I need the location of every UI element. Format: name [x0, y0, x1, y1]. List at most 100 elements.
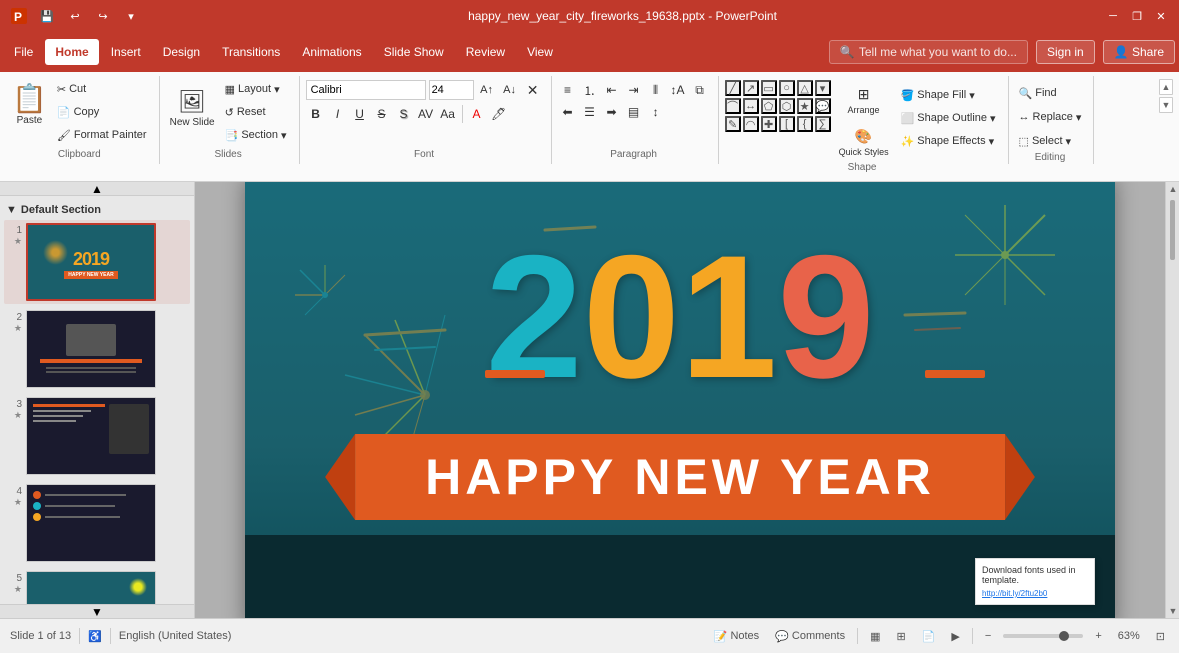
scroll-thumb[interactable]	[1170, 200, 1175, 260]
popup-link[interactable]: http://bit.ly/2ftu2b0	[982, 589, 1047, 598]
slide-thumb-3[interactable]: 3 ★	[4, 394, 190, 478]
shape-arrow[interactable]: ↗	[743, 80, 759, 96]
align-center-button[interactable]: ☰	[580, 102, 600, 122]
zoom-in-button[interactable]: +	[1091, 628, 1105, 644]
italic-button[interactable]: I	[328, 104, 348, 124]
increase-font-button[interactable]: A↑	[477, 80, 497, 100]
sign-in-button[interactable]: Sign in	[1036, 40, 1095, 64]
slide-thumb-4[interactable]: 4 ★	[4, 481, 190, 565]
numbered-list-button[interactable]: ⒈	[580, 80, 600, 100]
strikethrough-button[interactable]: S	[372, 104, 392, 124]
tell-me-input[interactable]: 🔍 Tell me what you want to do...	[829, 40, 1028, 64]
zoom-level[interactable]: 63%	[1114, 628, 1144, 644]
restore-button[interactable]: ❐	[1127, 6, 1147, 26]
zoom-out-button[interactable]: −	[981, 628, 995, 644]
slide-thumb-5[interactable]: 5 ★	[4, 568, 190, 604]
underline-button[interactable]: U	[350, 104, 370, 124]
zoom-thumb[interactable]	[1059, 631, 1069, 641]
scroll-up-arrow[interactable]: ▲	[1166, 182, 1179, 196]
shape-star[interactable]: ★	[797, 98, 813, 114]
shape-more[interactable]: ▾	[815, 80, 831, 96]
text-direction-button[interactable]: ↕A	[668, 80, 688, 100]
notes-button[interactable]: 📝 Notes	[710, 628, 763, 645]
align-left-button[interactable]: ⬅	[558, 102, 578, 122]
normal-view-button[interactable]: ▦	[866, 628, 884, 645]
quick-styles-button[interactable]: 🎨 Quick Styles	[835, 122, 893, 162]
customize-qat-button[interactable]: ▾	[120, 5, 142, 27]
justify-button[interactable]: ▤	[624, 102, 644, 122]
fit-slide-button[interactable]: ⊡	[1152, 628, 1169, 645]
slide-sorter-button[interactable]: ⊞	[892, 628, 909, 645]
menu-insert[interactable]: Insert	[101, 39, 151, 65]
shape-brace[interactable]: {	[797, 116, 813, 132]
convert-to-smartart-button[interactable]: ⧉	[690, 80, 710, 100]
shape-freeform[interactable]: ✎	[725, 116, 741, 132]
line-spacing-button[interactable]: ↕	[646, 102, 666, 122]
shape-oval[interactable]: ○	[779, 80, 795, 96]
panel-scroll-down[interactable]: ▼	[0, 604, 194, 618]
text-case-button[interactable]: Aa	[438, 104, 458, 124]
layout-button[interactable]: ▦ Layout ▾	[221, 78, 291, 100]
ribbon-scroll-up[interactable]: ▲	[1159, 79, 1173, 95]
reset-button[interactable]: ↺ Reset	[221, 101, 291, 123]
decrease-font-button[interactable]: A↓	[500, 80, 520, 100]
shape-fill-button[interactable]: 🪣 Shape Fill ▾	[897, 84, 1000, 106]
bullet-list-button[interactable]: ≡	[558, 80, 578, 100]
paste-button[interactable]: 📋 Paste	[8, 78, 51, 130]
reading-view-button[interactable]: 📄	[918, 628, 940, 645]
font-size-input[interactable]	[429, 80, 474, 100]
shape-connector[interactable]: ↔	[743, 98, 759, 114]
shape-line[interactable]: ╱	[725, 80, 741, 96]
cut-button[interactable]: ✂ Cut	[53, 78, 151, 100]
minimize-button[interactable]: ─	[1103, 6, 1123, 26]
shape-curved[interactable]: ⌒	[725, 98, 741, 114]
decrease-indent-button[interactable]: ⇤	[602, 80, 622, 100]
menu-view[interactable]: View	[517, 39, 563, 65]
scroll-down-arrow[interactable]: ▼	[1166, 604, 1179, 618]
align-right-button[interactable]: ➡	[602, 102, 622, 122]
save-button[interactable]: 💾	[36, 5, 58, 27]
shadow-button[interactable]: S	[394, 104, 414, 124]
find-button[interactable]: 🔍 Find	[1015, 82, 1086, 104]
bold-button[interactable]: B	[306, 104, 326, 124]
select-button[interactable]: ⬚ Select ▾	[1015, 130, 1086, 152]
menu-file[interactable]: File	[4, 39, 43, 65]
comments-button[interactable]: 💬 Comments	[771, 628, 849, 645]
section-button[interactable]: 📑 Section ▾	[221, 124, 291, 146]
font-family-input[interactable]	[306, 80, 426, 100]
replace-button[interactable]: ↔ Replace ▾	[1015, 106, 1086, 128]
menu-animations[interactable]: Animations	[292, 39, 371, 65]
slide-thumb-2[interactable]: 2 ★	[4, 307, 190, 391]
new-slide-button[interactable]: 🖼 New Slide	[166, 78, 219, 138]
shape-outline-button[interactable]: ⬜ Shape Outline ▾	[897, 107, 1000, 129]
text-highlight-button[interactable]: 🖊	[489, 104, 509, 124]
format-painter-button[interactable]: 🖌 Format Painter	[53, 124, 151, 146]
panel-scroll-up[interactable]: ▲	[0, 182, 194, 196]
shape-cross[interactable]: ✚	[761, 116, 777, 132]
copy-button[interactable]: 📄 Copy	[53, 101, 151, 123]
arrange-button[interactable]: ⊞ Arrange	[835, 80, 893, 120]
clear-format-button[interactable]: ✕	[523, 80, 543, 100]
columns-button[interactable]: ⫴	[646, 80, 666, 100]
menu-transitions[interactable]: Transitions	[212, 39, 290, 65]
menu-slideshow[interactable]: Slide Show	[374, 39, 454, 65]
shape-formula[interactable]: ∑	[815, 116, 831, 132]
font-color-button[interactable]: A	[467, 104, 487, 124]
slide-thumb-1[interactable]: 1 ★ 2019 HAPPY NEW YEAR	[4, 220, 190, 304]
menu-review[interactable]: Review	[456, 39, 515, 65]
shape-rect[interactable]: ▭	[761, 80, 777, 96]
shape-arc[interactable]: ◠	[743, 116, 759, 132]
close-button[interactable]: ✕	[1151, 6, 1171, 26]
shape-callout[interactable]: 💬	[815, 98, 831, 114]
menu-home[interactable]: Home	[45, 39, 98, 65]
zoom-slider[interactable]	[1003, 634, 1083, 638]
menu-design[interactable]: Design	[153, 39, 210, 65]
shape-triangle[interactable]: △	[797, 80, 813, 96]
undo-button[interactable]: ↩	[64, 5, 86, 27]
section-header[interactable]: ▼ Default Section	[4, 200, 190, 220]
shape-pentagon[interactable]: ⬠	[761, 98, 777, 114]
ribbon-scroll-down[interactable]: ▼	[1159, 97, 1173, 113]
shape-effects-button[interactable]: ✨ Shape Effects ▾	[897, 130, 1000, 152]
share-button[interactable]: 👤 Share	[1103, 40, 1175, 64]
shape-bracket[interactable]: [	[779, 116, 795, 132]
